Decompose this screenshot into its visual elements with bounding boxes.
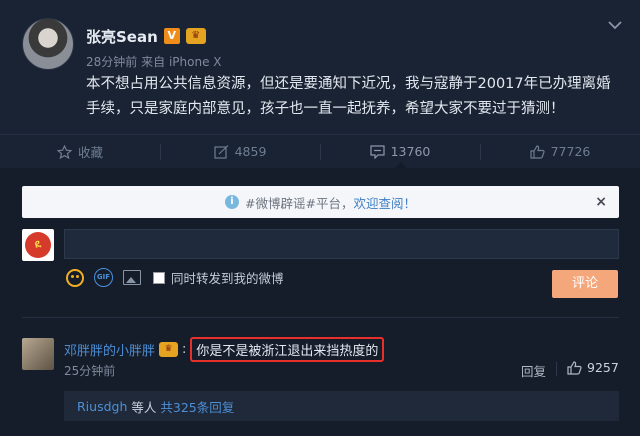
rumor-notice-bar: i #微博辟谣#平台， 欢迎查阅！ ×: [22, 186, 619, 218]
comment-input[interactable]: [64, 229, 619, 259]
like-count: 77726: [550, 144, 591, 159]
submit-comment-button[interactable]: 评论: [552, 270, 618, 298]
member-crown-icon: ♛: [159, 342, 179, 357]
reply-button[interactable]: 回复: [521, 361, 546, 380]
info-icon: i: [225, 195, 240, 209]
notice-text: #微博辟谣#平台，: [245, 195, 354, 211]
comment-icon: [370, 144, 385, 159]
replies-count-link[interactable]: 共325条回复: [160, 397, 234, 416]
emoji-icon[interactable]: [66, 268, 84, 287]
replies-summary: Riusdgh 等人 共325条回复: [64, 391, 619, 421]
source-prefix: 来自: [141, 55, 166, 69]
reply-user-name[interactable]: Riusdgh: [77, 399, 127, 414]
post-time[interactable]: 28分钟前: [86, 55, 137, 69]
chevron-down-icon[interactable]: [608, 20, 622, 30]
repost-icon: [213, 144, 229, 159]
gif-icon[interactable]: GIF: [94, 268, 113, 287]
composer-tools: GIF 同时转发到我的微博: [66, 268, 284, 287]
repost-count: 4859: [234, 144, 267, 159]
my-avatar-logo: ዪ: [25, 232, 51, 258]
divider: [22, 317, 619, 318]
member-crown-icon: ♛: [185, 28, 206, 44]
action-separator: [556, 362, 557, 376]
repost-button[interactable]: 4859: [160, 135, 320, 168]
comment-user-avatar[interactable]: [22, 338, 54, 370]
favorite-label: 收藏: [77, 145, 103, 160]
comment-colon: :: [182, 342, 187, 357]
replies-middle-text: 等人: [131, 399, 157, 415]
thumbs-up-icon: [530, 144, 545, 159]
comment-text: 你是不是被浙江退出来挡热度的: [190, 337, 385, 362]
comment-user-name[interactable]: 邓胖胖的小胖胖: [64, 340, 155, 359]
post-action-bar: 收藏 4859 13760 77726: [0, 134, 640, 169]
author-name[interactable]: 张亮Sean: [86, 26, 158, 47]
weibo-post: 张亮Sean V ♛ 28分钟前 来自 iPhone X 本不想占用公共信息资源…: [0, 0, 640, 134]
comment-button[interactable]: 13760: [320, 135, 480, 169]
repost-checkbox-label: 同时转发到我的微博: [171, 271, 284, 286]
thumbs-up-icon: [567, 360, 582, 375]
favorite-button[interactable]: 收藏: [0, 135, 160, 168]
active-tab-caret: [394, 162, 408, 169]
post-text: 本不想占用公共信息资源，但还是要通知下近况，我与寇静于20017年已办理离婚手续…: [86, 76, 611, 117]
repost-checkbox[interactable]: [153, 271, 165, 284]
notice-link[interactable]: 欢迎查阅！: [353, 193, 416, 212]
star-icon: [56, 144, 72, 159]
verified-v-icon: V: [163, 28, 180, 44]
comment-time: 25分钟前: [64, 364, 116, 378]
like-button[interactable]: 77726: [480, 135, 640, 168]
comment-body: 邓胖胖的小胖胖 ♛ : 你是不是被浙江退出来挡热度的: [64, 337, 385, 362]
author-row: 张亮Sean V ♛: [86, 26, 206, 46]
close-icon[interactable]: ×: [595, 194, 607, 210]
my-avatar[interactable]: ዪ: [22, 229, 54, 261]
comment-count: 13760: [390, 144, 431, 159]
comment-like-button[interactable]: 9257: [567, 360, 619, 375]
author-avatar[interactable]: [22, 18, 74, 70]
comment-like-count: 9257: [587, 360, 619, 375]
image-icon[interactable]: [123, 270, 141, 285]
post-meta: 28分钟前 来自 iPhone X: [86, 53, 222, 70]
post-source: iPhone X: [168, 55, 222, 69]
